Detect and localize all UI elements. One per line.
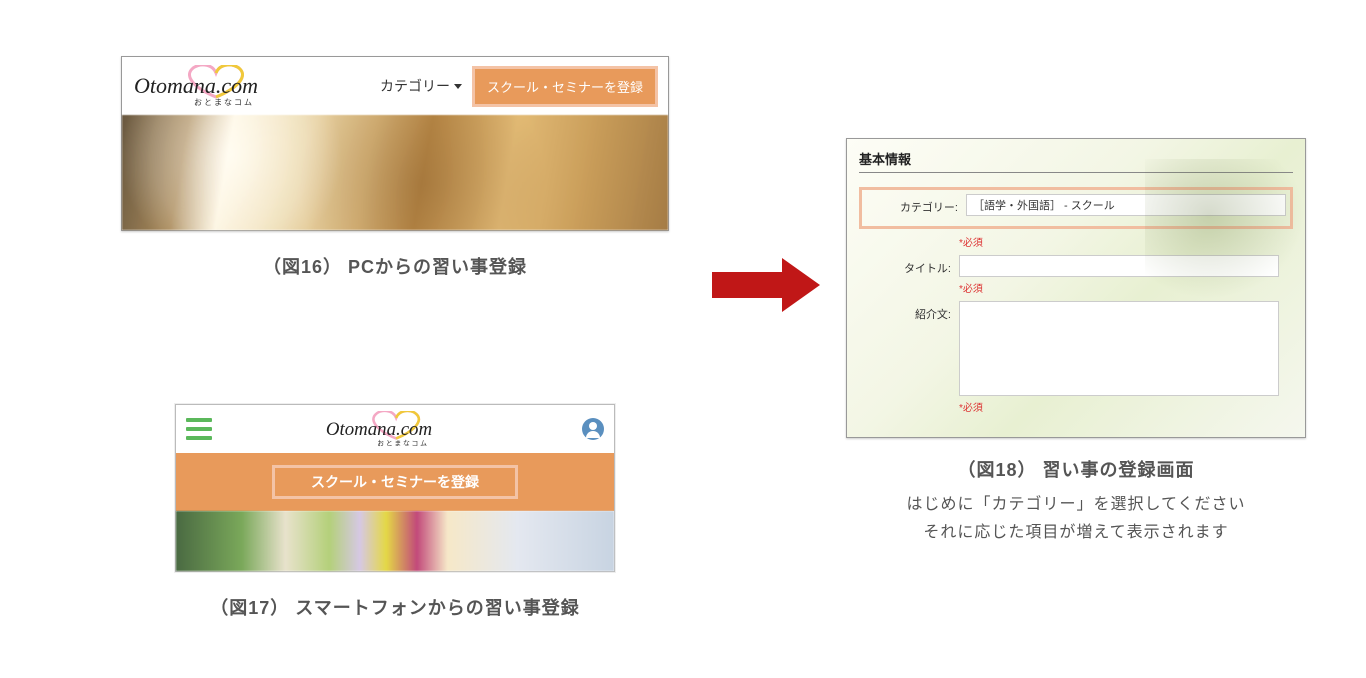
figure-18-caption: （図18） 習い事の登録画面 (846, 456, 1306, 482)
section-title-basic-info: 基本情報 (859, 149, 1293, 173)
site-logo[interactable] (132, 65, 302, 107)
hamburger-menu-icon[interactable] (186, 418, 212, 440)
intro-label: 紹介文: (859, 301, 959, 322)
sp-register-band: スクール・セミナーを登録 (176, 453, 614, 511)
category-dropdown-label: カテゴリー (380, 76, 450, 96)
title-label: タイトル: (859, 255, 959, 276)
figure-18-note-2: それに応じた項目が増えて表示されます (846, 518, 1306, 542)
category-row-highlight: カテゴリー: ［語学・外国語］ - スクール (859, 187, 1293, 229)
register-school-button[interactable]: スクール・セミナーを登録 (272, 465, 518, 499)
category-select[interactable]: ［語学・外国語］ - スクール (966, 194, 1286, 216)
pc-navbar: カテゴリー スクール・セミナーを登録 (122, 57, 668, 115)
figure-18-caption-block: （図18） 習い事の登録画面 はじめに「カテゴリー」を選択してください それに応… (846, 456, 1306, 542)
form-row-intro: 紹介文: *必須 (859, 301, 1293, 414)
title-input[interactable] (959, 255, 1279, 277)
figure-17-caption: （図17） スマートフォンからの習い事登録 (175, 594, 615, 620)
pc-header-screenshot: カテゴリー スクール・セミナーを登録 (121, 56, 669, 231)
category-dropdown[interactable]: カテゴリー (380, 76, 462, 96)
user-account-icon[interactable] (582, 418, 604, 440)
intro-textarea[interactable] (959, 301, 1279, 396)
hero-image-salad (176, 511, 614, 571)
form-row-category: カテゴリー: ［語学・外国語］ - スクール (866, 194, 1286, 216)
register-school-button[interactable]: スクール・セミナーを登録 (472, 66, 658, 107)
site-logo[interactable] (212, 411, 582, 447)
figure-18-note-1: はじめに「カテゴリー」を選択してください (846, 490, 1306, 514)
sp-header-screenshot: スクール・セミナーを登録 (175, 404, 615, 572)
required-badge: *必須 (959, 234, 1293, 249)
figure-17: スクール・セミナーを登録 （図17） スマートフォンからの習い事登録 (175, 404, 615, 620)
caret-down-icon (454, 84, 462, 89)
sp-topbar (176, 405, 614, 453)
form-row-title: タイトル: *必須 (859, 255, 1293, 295)
registration-form-screenshot: 基本情報 カテゴリー: ［語学・外国語］ - スクール *必須 タイトル: *必… (846, 138, 1306, 438)
hero-image-bread (122, 115, 668, 230)
required-badge: *必須 (959, 399, 1293, 414)
figure-16: カテゴリー スクール・セミナーを登録 （図16） PCからの習い事登録 (121, 56, 669, 279)
required-badge: *必須 (959, 280, 1293, 295)
figure-16-caption: （図16） PCからの習い事登録 (121, 253, 669, 279)
category-label: カテゴリー: (866, 194, 966, 215)
flow-arrow-icon (712, 258, 822, 312)
figure-18: 基本情報 カテゴリー: ［語学・外国語］ - スクール *必須 タイトル: *必… (846, 138, 1306, 542)
